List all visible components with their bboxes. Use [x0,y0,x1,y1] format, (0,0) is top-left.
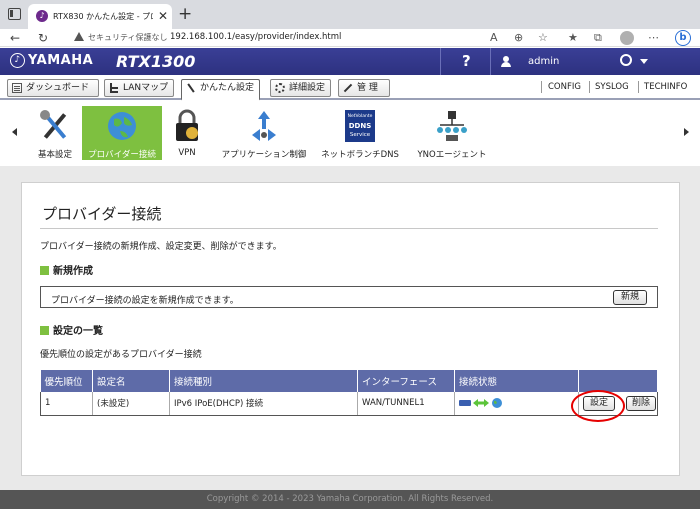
tools-icon [40,110,67,139]
scroll-right-icon[interactable] [684,128,689,136]
address-bar: ← ↻ セキュリティ保護なし 192.168.100.1/easy/provid… [0,29,700,47]
browser-tab-strip: ♪ RTX830 かんたん設定 - プロバイダー接続 ✕ + [0,0,700,29]
new-tab-icon[interactable]: + [178,4,192,24]
status-icon[interactable] [620,54,632,66]
syslog-link[interactable]: SYSLOG [595,82,629,92]
lanmap-icon [109,83,119,93]
page-description: プロバイダー接続の新規作成、設定変更、削除ができます。 [40,242,282,252]
close-tab-icon[interactable]: ✕ [158,8,168,24]
cell-status [454,392,579,416]
cell-priority: 1 [40,392,93,416]
col-type: 接続種別 [169,370,358,392]
new-section-text: プロバイダー接続の設定を新規作成できます。 [51,296,239,306]
zoom-icon[interactable]: ⊕ [514,29,523,47]
user-icon [501,56,511,67]
table-row: 1 (未設定) IPv6 IPoE(DHCP) 接続 WAN/TUNNEL1 設… [40,392,658,416]
easy-setup-icon [186,83,196,93]
nav-item-netvolante-dns[interactable]: NetVolante DDNS Service ネットボランチDNS [320,106,400,160]
tab-title: RTX830 かんたん設定 - プロバイダー接続 [53,12,153,21]
list-section-heading: 設定の一覧 [40,322,103,337]
table-header-row: 優先順位 設定名 接続種別 インターフェース 接続状態 [40,370,658,392]
manage-button[interactable]: 管 理 [338,79,390,97]
svg-text:Service: Service [350,132,371,138]
dashboard-icon [12,83,22,93]
yamaha-logo: ♪ YAMAHA [10,53,93,68]
provider-panel: プロバイダー接続 プロバイダー接続の新規作成、設定変更、削除ができます。 新規作… [21,182,680,476]
tab-actions-icon[interactable] [8,8,21,20]
copyright-footer: Copyright © 2014 - 2023 Yamaha Corporati… [0,490,700,509]
dashboard-button[interactable]: ダッシュボード [7,79,99,97]
config-link[interactable]: CONFIG [548,82,581,92]
main-menu: ダッシュボード LANマップ かんたん設定 詳細設定 管 理 CONFIG SY… [0,76,700,101]
nav-item-basic[interactable]: 基本設定 [30,106,80,160]
collections-icon[interactable]: ⧉ [594,29,602,47]
section-marker-icon [40,266,49,275]
cell-type: IPv6 IPoE(DHCP) 接続 [169,392,358,416]
advanced-settings-button[interactable]: 詳細設定 [270,79,331,97]
list-subtitle: 優先順位の設定があるプロバイダー接続 [40,350,202,360]
router-header: ♪ YAMAHA RTX1300 ? admin [0,48,700,75]
cell-name: (未設定) [92,392,170,416]
col-name: 設定名 [92,370,170,392]
gear-icon [275,83,285,93]
cell-interface: WAN/TUNNEL1 [357,392,455,416]
new-section-box: プロバイダー接続の設定を新規作成できます。 新規 [40,286,658,308]
easy-setup-button[interactable]: かんたん設定 [181,79,260,101]
svg-text:NetVolante: NetVolante [348,113,373,119]
lock-icon [176,109,198,141]
back-icon[interactable]: ← [10,29,20,47]
yamaha-favicon-icon: ♪ [36,10,48,22]
page-title: プロバイダー接続 [42,205,162,223]
more-icon[interactable]: ⋯ [648,29,659,47]
browser-tab[interactable]: ♪ RTX830 かんたん設定 - プロバイダー接続 ✕ [28,4,172,29]
favorites-icon[interactable]: ★ [568,29,578,47]
yamaha-mark-icon: ♪ [10,53,25,68]
delete-button[interactable]: 削除 [626,396,656,411]
help-button[interactable]: ? [462,52,471,70]
techinfo-link[interactable]: TECHINFO [644,82,687,92]
read-aloud-icon[interactable]: A [490,29,498,47]
new-section-heading: 新規作成 [40,262,93,277]
network-icon [437,111,467,141]
globe-icon [108,112,136,140]
svg-text:DDNS: DDNS [349,122,372,130]
url-field[interactable]: 192.168.100.1/easy/provider/index.html [170,32,341,42]
wrench-icon [343,83,353,93]
user-name[interactable]: admin [528,56,559,67]
model-name: RTX1300 [116,52,196,71]
nav-item-provider[interactable]: プロバイダー接続 [82,106,162,160]
section-marker-icon [40,326,49,335]
favorite-add-icon[interactable]: ☆ [538,29,548,47]
profile-avatar[interactable] [620,31,634,45]
reload-icon[interactable]: ↻ [38,29,48,47]
ddns-icon: NetVolante DDNS Service [345,110,375,142]
provider-list-table: 優先順位 設定名 接続種別 インターフェース 接続状態 1 (未設定) IPv6… [40,370,658,416]
connection-status-icon [459,398,502,409]
warning-icon[interactable] [74,32,84,41]
chevron-down-icon[interactable] [640,59,648,64]
col-status: 接続状態 [454,370,579,392]
easy-setup-nav: 基本設定 プロバイダー接続 VPN アプリケーション制御 NetVolante … [0,102,700,164]
scroll-left-icon[interactable] [12,128,17,136]
new-button[interactable]: 新規 [613,290,647,305]
nav-item-app-control[interactable]: アプリケーション制御 [218,106,310,160]
security-status[interactable]: セキュリティ保護なし [88,32,168,43]
nav-item-yno-agent[interactable]: YNOエージェント [410,106,494,160]
nav-item-vpn[interactable]: VPN [166,106,208,160]
col-actions [578,370,658,392]
lanmap-button[interactable]: LANマップ [104,79,174,97]
highlight-circle [571,390,625,422]
filter-icon [252,111,276,141]
col-priority: 優先順位 [40,370,93,392]
col-interface: インターフェース [357,370,455,392]
bing-copilot-icon[interactable]: b [675,30,691,46]
